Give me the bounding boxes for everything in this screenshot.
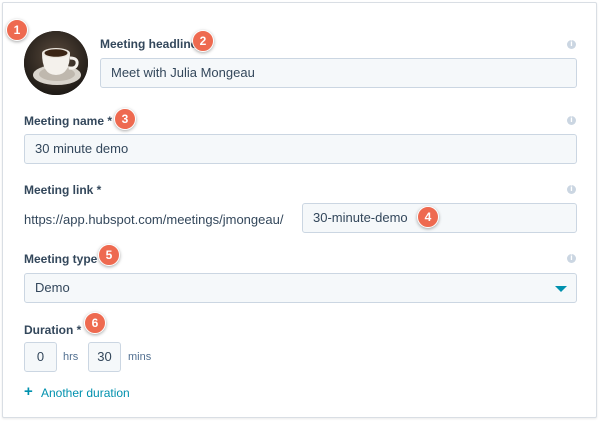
link-info-icon[interactable]: i: [567, 185, 576, 194]
duration-label: Duration *: [24, 323, 82, 337]
hours-unit: hrs: [63, 351, 79, 363]
chevron-down-icon[interactable]: [555, 286, 567, 292]
type-info-icon[interactable]: i: [567, 254, 576, 263]
meeting-type-label: Meeting type: [24, 252, 98, 266]
annotation-marker-4: 4: [417, 206, 439, 228]
annotation-marker-1: 1: [6, 19, 28, 41]
meeting-headline-label: Meeting headline: [100, 37, 198, 51]
name-info-icon[interactable]: i: [567, 116, 576, 125]
meeting-type-select[interactable]: Demo: [24, 273, 577, 303]
meeting-name-label: Meeting name *: [24, 114, 113, 128]
meeting-name-input[interactable]: 30 minute demo: [24, 134, 577, 164]
avatar[interactable]: [24, 31, 88, 95]
headline-info-icon[interactable]: i: [567, 40, 576, 49]
meeting-link-prefix: https://app.hubspot.com/meetings/jmongea…: [24, 212, 284, 227]
coffee-cup-image: [24, 31, 88, 95]
annotation-marker-3: 3: [114, 108, 136, 130]
annotation-marker-2: 2: [192, 30, 214, 52]
duration-hours-input[interactable]: 0: [24, 342, 57, 372]
annotation-marker-5: 5: [98, 244, 120, 266]
annotation-marker-6: 6: [84, 312, 106, 334]
add-another-duration-link[interactable]: Another duration: [41, 386, 130, 400]
meeting-link-slug-input[interactable]: 30-minute-demo: [302, 203, 577, 233]
meeting-link-label: Meeting link *: [24, 183, 102, 197]
plus-icon[interactable]: +: [24, 384, 33, 399]
duration-minutes-input[interactable]: 30: [88, 342, 121, 372]
meeting-headline-input[interactable]: Meet with Julia Mongeau: [100, 58, 577, 88]
minutes-unit: mins: [128, 351, 152, 363]
